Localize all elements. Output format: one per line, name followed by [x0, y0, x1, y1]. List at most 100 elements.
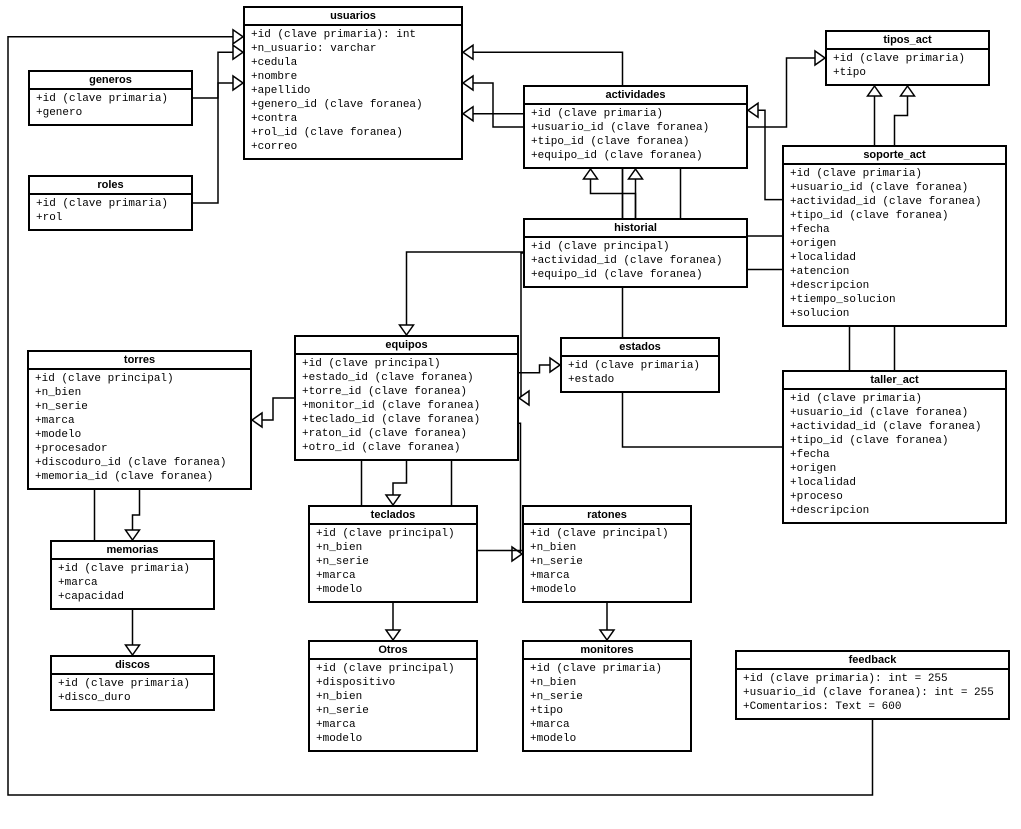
attribute-line: +estado_id (clave foranea): [302, 371, 511, 385]
attribute-line: +localidad: [790, 476, 999, 490]
entity-feedback: feedback+id (clave primaria): int = 255+…: [735, 650, 1010, 720]
attribute-line: +id (clave primaria): [36, 197, 185, 211]
attribute-line: +n_bien: [35, 386, 244, 400]
entity-title: generos: [30, 72, 191, 90]
entity-roles: roles+id (clave primaria)+rol: [28, 175, 193, 231]
attribute-line: +discoduro_id (clave foranea): [35, 456, 244, 470]
entity-attributes: +id (clave primaria)+genero: [30, 90, 191, 124]
entity-title: equipos: [296, 337, 517, 355]
attribute-line: +actividad_id (clave foranea): [790, 195, 999, 209]
entity-memorias: memorias+id (clave primaria)+marca+capac…: [50, 540, 215, 610]
attribute-line: +Comentarios: Text = 600: [743, 700, 1002, 714]
entity-title: feedback: [737, 652, 1008, 670]
attribute-line: +id (clave principal): [316, 662, 470, 676]
entity-title: monitores: [524, 642, 690, 660]
attribute-line: +nombre: [251, 70, 455, 84]
entity-attributes: +id (clave primaria)+usuario_id (clave f…: [525, 105, 746, 167]
entity-monitores: monitores +id (clave primaria)+n_bien+n_s…: [522, 640, 692, 752]
entity-attributes: +id (clave principal)+estado_id (clave f…: [296, 355, 517, 459]
attribute-line: +dispositivo: [316, 676, 470, 690]
entity-attributes: +id (clave primaria)+usuario_id (clave f…: [784, 165, 1005, 325]
attribute-line: +atencion: [790, 265, 999, 279]
attribute-line: +tipo_id (clave foranea): [531, 135, 740, 149]
attribute-line: +proceso: [790, 490, 999, 504]
attribute-line: +marca: [530, 569, 684, 583]
attribute-line: +usuario_id (clave foranea): [531, 121, 740, 135]
er-diagram-canvas: usuarios+id (clave primaria): int+n_usua…: [0, 0, 1021, 829]
attribute-line: +id (clave primaria): [58, 562, 207, 576]
attribute-line: +localidad: [790, 251, 999, 265]
attribute-line: +actividad_id (clave foranea): [531, 254, 740, 268]
entity-tipos_act: tipos_act+id (clave primaria)+tipo: [825, 30, 990, 86]
attribute-line: +modelo: [530, 583, 684, 597]
entity-generos: generos+id (clave primaria)+genero: [28, 70, 193, 126]
attribute-line: +contra: [251, 112, 455, 126]
attribute-line: +capacidad: [58, 590, 207, 604]
entity-otros: Otros+id (clave principal)+dispositivo+n…: [308, 640, 478, 752]
entity-actividades: actividades+id (clave primaria)+usuario_…: [523, 85, 748, 169]
entity-title: teclados: [310, 507, 476, 525]
attribute-line: +origen: [790, 237, 999, 251]
attribute-line: +n_usuario: varchar: [251, 42, 455, 56]
entity-historial: historial+id (clave principal)+actividad…: [523, 218, 748, 288]
entity-equipos: equipos+id (clave principal)+estado_id (…: [294, 335, 519, 461]
entity-title: historial: [525, 220, 746, 238]
entity-soporte_act: soporte_act+id (clave primaria)+usuario_…: [782, 145, 1007, 327]
attribute-line: +otro_id (clave foranea): [302, 441, 511, 455]
attribute-line: +actividad_id (clave foranea): [790, 420, 999, 434]
attribute-line: +tiempo_solucion: [790, 293, 999, 307]
entity-attributes: +id (clave primaria): int = 255+usuario_…: [737, 670, 1008, 718]
attribute-line: +n_serie: [35, 400, 244, 414]
attribute-line: +id (clave primaria): [58, 677, 207, 691]
attribute-line: +marca: [316, 569, 470, 583]
attribute-line: +id (clave primaria): [36, 92, 185, 106]
attribute-line: +id (clave primaria): int: [251, 28, 455, 42]
attribute-line: +tipo_id (clave foranea): [790, 209, 999, 223]
attribute-line: +memoria_id (clave foranea): [35, 470, 244, 484]
attribute-line: +procesador: [35, 442, 244, 456]
attribute-line: +id (clave primaria): int = 255: [743, 672, 1002, 686]
entity-attributes: +id (clave principal)+n_bien+n_serie+mar…: [524, 525, 690, 601]
attribute-line: +descripcion: [790, 504, 999, 518]
attribute-line: +n_bien: [316, 690, 470, 704]
attribute-line: +raton_id (clave foranea): [302, 427, 511, 441]
attribute-line: +monitor_id (clave foranea): [302, 399, 511, 413]
entity-attributes: +id (clave principal)+actividad_id (clav…: [525, 238, 746, 286]
entity-title: ratones: [524, 507, 690, 525]
attribute-line: +id (clave primaria): [530, 662, 684, 676]
attribute-line: +n_serie: [316, 555, 470, 569]
attribute-line: +modelo: [316, 583, 470, 597]
attribute-line: +torre_id (clave foranea): [302, 385, 511, 399]
attribute-line: +teclado_id (clave foranea): [302, 413, 511, 427]
entity-title: actividades: [525, 87, 746, 105]
entity-title: estados: [562, 339, 718, 357]
entity-attributes: +id (clave primaria)+tipo: [827, 50, 988, 84]
attribute-line: +usuario_id (clave foranea): int = 255: [743, 686, 1002, 700]
attribute-line: +id (clave primaria): [833, 52, 982, 66]
entity-attributes: +id (clave primaria)+rol: [30, 195, 191, 229]
attribute-line: +id (clave principal): [316, 527, 470, 541]
attribute-line: +n_bien: [530, 676, 684, 690]
attribute-line: +marca: [316, 718, 470, 732]
attribute-line: +fecha: [790, 448, 999, 462]
attribute-line: +id (clave primaria): [568, 359, 712, 373]
attribute-line: +cedula: [251, 56, 455, 70]
attribute-line: +n_serie: [530, 690, 684, 704]
entity-attributes: +id (clave principal)+n_bien+n_serie+mar…: [29, 370, 250, 488]
attribute-line: +tipo: [530, 704, 684, 718]
attribute-line: +n_bien: [530, 541, 684, 555]
attribute-line: +genero_id (clave foranea): [251, 98, 455, 112]
attribute-line: +apellido: [251, 84, 455, 98]
attribute-line: +usuario_id (clave foranea): [790, 181, 999, 195]
entity-estados: estados+id (clave primaria)+estado: [560, 337, 720, 393]
entity-title: soporte_act: [784, 147, 1005, 165]
entity-usuarios: usuarios+id (clave primaria): int+n_usua…: [243, 6, 463, 160]
entity-attributes: +id (clave principal)+dispositivo+n_bien…: [310, 660, 476, 750]
attribute-line: +n_serie: [530, 555, 684, 569]
attribute-line: +tipo: [833, 66, 982, 80]
attribute-line: +correo: [251, 140, 455, 154]
entity-torres: torres+id (clave principal)+n_bien+n_ser…: [27, 350, 252, 490]
entity-attributes: +id (clave primaria): int+n_usuario: var…: [245, 26, 461, 158]
attribute-line: +id (clave primaria): [790, 392, 999, 406]
entity-title: Otros: [310, 642, 476, 660]
